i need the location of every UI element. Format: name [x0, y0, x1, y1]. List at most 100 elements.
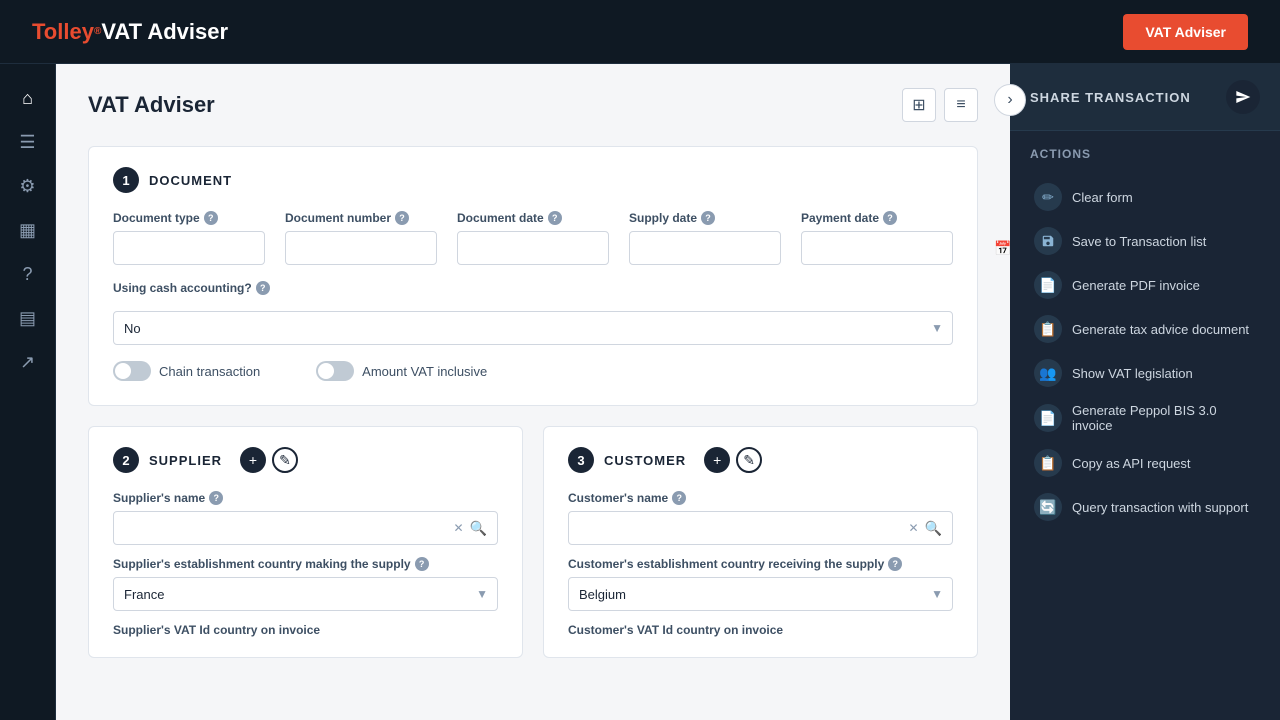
chain-transaction-label: Chain transaction: [159, 364, 260, 379]
clear-form-icon: ✏: [1034, 183, 1062, 211]
payment-date-label: Payment date ?: [801, 211, 953, 225]
share-button[interactable]: [1226, 80, 1260, 114]
sidebar-help-icon[interactable]: ?: [10, 256, 46, 292]
content-area: VAT Adviser ⊞ ≡ 1 DOCUMENT Document type: [56, 64, 1280, 720]
supplier-name-help-icon[interactable]: ?: [209, 491, 223, 505]
customer-section-number: 3: [568, 447, 594, 473]
supplier-name-group: Supplier's name ? FR Company SARL ✕ 🔍: [113, 491, 498, 545]
sidebar-settings-icon[interactable]: ⚙: [10, 168, 46, 204]
customer-country-select-wrapper: Belgium France Germany ▼: [568, 577, 953, 611]
payment-date-input[interactable]: 31/08/2024 📅: [801, 231, 953, 265]
document-type-input[interactable]: Sales invoice ✕: [113, 231, 265, 265]
document-number-input[interactable]: 000001: [285, 231, 437, 265]
payment-date-help-icon[interactable]: ?: [883, 211, 897, 225]
document-type-field[interactable]: Sales invoice: [124, 241, 300, 256]
cash-accounting-select[interactable]: No Yes: [113, 311, 953, 345]
action-query-support[interactable]: 🔄 Query transaction with support: [1030, 485, 1260, 529]
copy-api-icon: 📋: [1034, 449, 1062, 477]
customer-section-title: CUSTOMER: [604, 453, 686, 468]
document-number-help-icon[interactable]: ?: [395, 211, 409, 225]
document-date-help-icon[interactable]: ?: [548, 211, 562, 225]
customer-vat-id-group: Customer's VAT Id country on invoice: [568, 623, 953, 637]
action-generate-tax-advice-label: Generate tax advice document: [1072, 322, 1249, 337]
document-date-input[interactable]: 31/08/2024 📅: [457, 231, 609, 265]
sidebar-home-icon[interactable]: ⌂: [10, 80, 46, 116]
amount-vat-toggle-group: Amount VAT inclusive: [316, 361, 487, 381]
cash-accounting-row: Using cash accounting? ?: [113, 281, 953, 295]
grid-view-button[interactable]: ⊞: [902, 88, 936, 122]
supplier-vat-id-label: Supplier's VAT Id country on invoice: [113, 623, 498, 637]
main-layout: ⌂ ☰ ⚙ ▦ ? ▤ ↗ VAT Adviser ⊞ ≡ 1 DOCUMENT: [0, 64, 1280, 720]
supplier-country-select[interactable]: France Germany Belgium: [113, 577, 498, 611]
supply-date-field[interactable]: 31/08/2024: [640, 241, 816, 256]
supplier-section-actions: + ✎: [240, 447, 298, 473]
supplier-country-select-wrapper: France Germany Belgium ▼: [113, 577, 498, 611]
form-panel: VAT Adviser ⊞ ≡ 1 DOCUMENT Document type: [56, 64, 1010, 720]
payment-date-calendar-icon[interactable]: 📅: [994, 240, 1010, 257]
vat-adviser-nav-button[interactable]: VAT Adviser: [1123, 14, 1248, 50]
customer-name-clear-icon[interactable]: ✕: [909, 521, 919, 535]
document-date-field[interactable]: 31/08/2024: [468, 241, 644, 256]
toggle-row: Chain transaction Amount VAT inclusive: [113, 361, 953, 381]
document-type-help-icon[interactable]: ?: [204, 211, 218, 225]
action-generate-peppol-label: Generate Peppol BIS 3.0 invoice: [1072, 403, 1256, 433]
action-show-vat-legislation[interactable]: 👥 Show VAT legislation: [1030, 351, 1260, 395]
customer-name-input[interactable]: BE Company BVBA ✕ 🔍: [568, 511, 953, 545]
list-view-button[interactable]: ≡: [944, 88, 978, 122]
page-title: VAT Adviser: [88, 92, 215, 118]
share-section: SHARE TRANSACTION: [1010, 64, 1280, 131]
customer-country-select[interactable]: Belgium France Germany: [568, 577, 953, 611]
action-clear-form-label: Clear form: [1072, 190, 1133, 205]
sidebar-chart-icon[interactable]: ▦: [10, 212, 46, 248]
sidebar-list-icon[interactable]: ☰: [10, 124, 46, 160]
document-number-field[interactable]: 000001: [296, 241, 426, 256]
customer-add-button[interactable]: +: [704, 447, 730, 473]
supplier-add-button[interactable]: +: [240, 447, 266, 473]
supply-date-help-icon[interactable]: ?: [701, 211, 715, 225]
supplier-section-header: 2 SUPPLIER + ✎: [113, 447, 498, 473]
supplier-section-title: SUPPLIER: [149, 453, 222, 468]
action-generate-pdf[interactable]: 📄 Generate PDF invoice: [1030, 263, 1260, 307]
customer-name-search-icon[interactable]: 🔍: [925, 520, 942, 537]
action-clear-form[interactable]: ✏ Clear form: [1030, 175, 1260, 219]
payment-date-field[interactable]: 31/08/2024: [812, 241, 988, 256]
logo: Tolley®VAT Adviser: [32, 19, 228, 45]
save-icon: [1041, 234, 1055, 248]
document-section: 1 DOCUMENT Document type ? Sales invoice…: [88, 146, 978, 406]
document-type-group: Document type ? Sales invoice ✕: [113, 211, 265, 265]
amount-vat-inclusive-toggle[interactable]: [316, 361, 354, 381]
action-generate-peppol[interactable]: 📄 Generate Peppol BIS 3.0 invoice: [1030, 395, 1260, 441]
sidebar-share-icon[interactable]: ↗: [10, 344, 46, 380]
customer-section-actions: + ✎: [704, 447, 762, 473]
action-generate-tax-advice[interactable]: 📋 Generate tax advice document: [1030, 307, 1260, 351]
customer-country-group: Customer's establishment country receivi…: [568, 557, 953, 611]
supply-date-input[interactable]: 31/08/2024 📅: [629, 231, 781, 265]
customer-name-help-icon[interactable]: ?: [672, 491, 686, 505]
supplier-name-search-icon[interactable]: 🔍: [470, 520, 487, 537]
document-section-header: 1 DOCUMENT: [113, 167, 953, 193]
supplier-name-input[interactable]: FR Company SARL ✕ 🔍: [113, 511, 498, 545]
action-copy-api[interactable]: 📋 Copy as API request: [1030, 441, 1260, 485]
chain-transaction-toggle[interactable]: [113, 361, 151, 381]
send-icon: [1235, 89, 1251, 105]
customer-section: 3 CUSTOMER + ✎ Customer's name ?: [543, 426, 978, 658]
cash-accounting-select-row: No Yes ▼: [113, 311, 953, 345]
supplier-name-field[interactable]: FR Company SARL: [124, 521, 448, 536]
actions-section: ACTIONS ✏ Clear form Save to Transaction…: [1010, 131, 1280, 545]
customer-name-field[interactable]: BE Company BVBA: [579, 521, 903, 536]
logo-suffix: VAT Adviser: [101, 19, 228, 45]
document-date-group: Document date ? 31/08/2024 📅: [457, 211, 609, 265]
customer-country-help-icon[interactable]: ?: [888, 557, 902, 571]
supplier-country-help-icon[interactable]: ?: [415, 557, 429, 571]
generate-tax-advice-icon: 📋: [1034, 315, 1062, 343]
cash-accounting-help-icon[interactable]: ?: [256, 281, 270, 295]
supplier-edit-button[interactable]: ✎: [272, 447, 298, 473]
action-save-transaction[interactable]: Save to Transaction list: [1030, 219, 1260, 263]
customer-edit-button[interactable]: ✎: [736, 447, 762, 473]
right-panel-toggle-button[interactable]: ›: [994, 84, 1026, 116]
sidebar-messages-icon[interactable]: ▤: [10, 300, 46, 336]
supplier-name-clear-icon[interactable]: ✕: [454, 521, 464, 535]
action-show-vat-legislation-label: Show VAT legislation: [1072, 366, 1193, 381]
action-copy-api-label: Copy as API request: [1072, 456, 1191, 471]
action-save-transaction-label: Save to Transaction list: [1072, 234, 1206, 249]
